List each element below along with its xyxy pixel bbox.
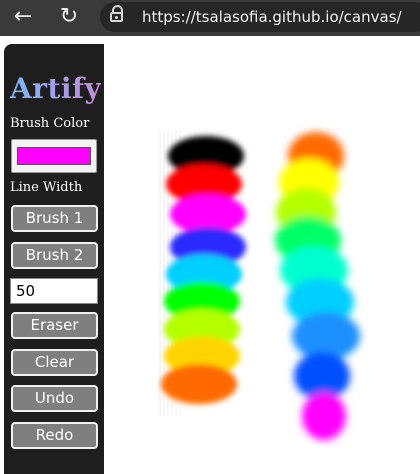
- undo-button[interactable]: Undo: [11, 385, 98, 412]
- clear-button[interactable]: Clear: [11, 349, 98, 376]
- eraser-button[interactable]: Eraser: [11, 312, 98, 339]
- url-text[interactable]: https://tsalasofia.github.io/canvas/: [142, 6, 402, 28]
- back-arrow-icon[interactable]: ←: [10, 4, 36, 30]
- line-width-input[interactable]: 50: [10, 278, 98, 304]
- left-paint-stroke: [161, 136, 246, 404]
- right-paint-stroke: [275, 132, 360, 440]
- lock-icon[interactable]: [110, 5, 123, 23]
- canvas-drawing: [159, 130, 360, 440]
- brush-2-button[interactable]: Brush 2: [11, 242, 98, 269]
- app-title: Artify: [10, 72, 102, 105]
- paint-blob: [161, 364, 237, 404]
- drawing-canvas[interactable]: [104, 44, 420, 466]
- redo-button[interactable]: Redo: [11, 422, 98, 449]
- paint-blob: [302, 392, 346, 440]
- reload-icon[interactable]: ↻: [56, 4, 82, 30]
- brush-color-picker[interactable]: [11, 139, 97, 173]
- browser-toolbar: ← ↻ https://tsalasofia.github.io/canvas/: [0, 0, 420, 36]
- line-width-label: Line Width: [10, 180, 83, 195]
- brush-color-label: Brush Color: [10, 116, 90, 131]
- brush-1-button[interactable]: Brush 1: [11, 205, 98, 232]
- tool-sidebar: Artify Brush Color Line Width Brush 1 Br…: [4, 44, 104, 474]
- brush-color-swatch: [17, 147, 91, 165]
- address-bar[interactable]: https://tsalasofia.github.io/canvas/: [100, 2, 420, 32]
